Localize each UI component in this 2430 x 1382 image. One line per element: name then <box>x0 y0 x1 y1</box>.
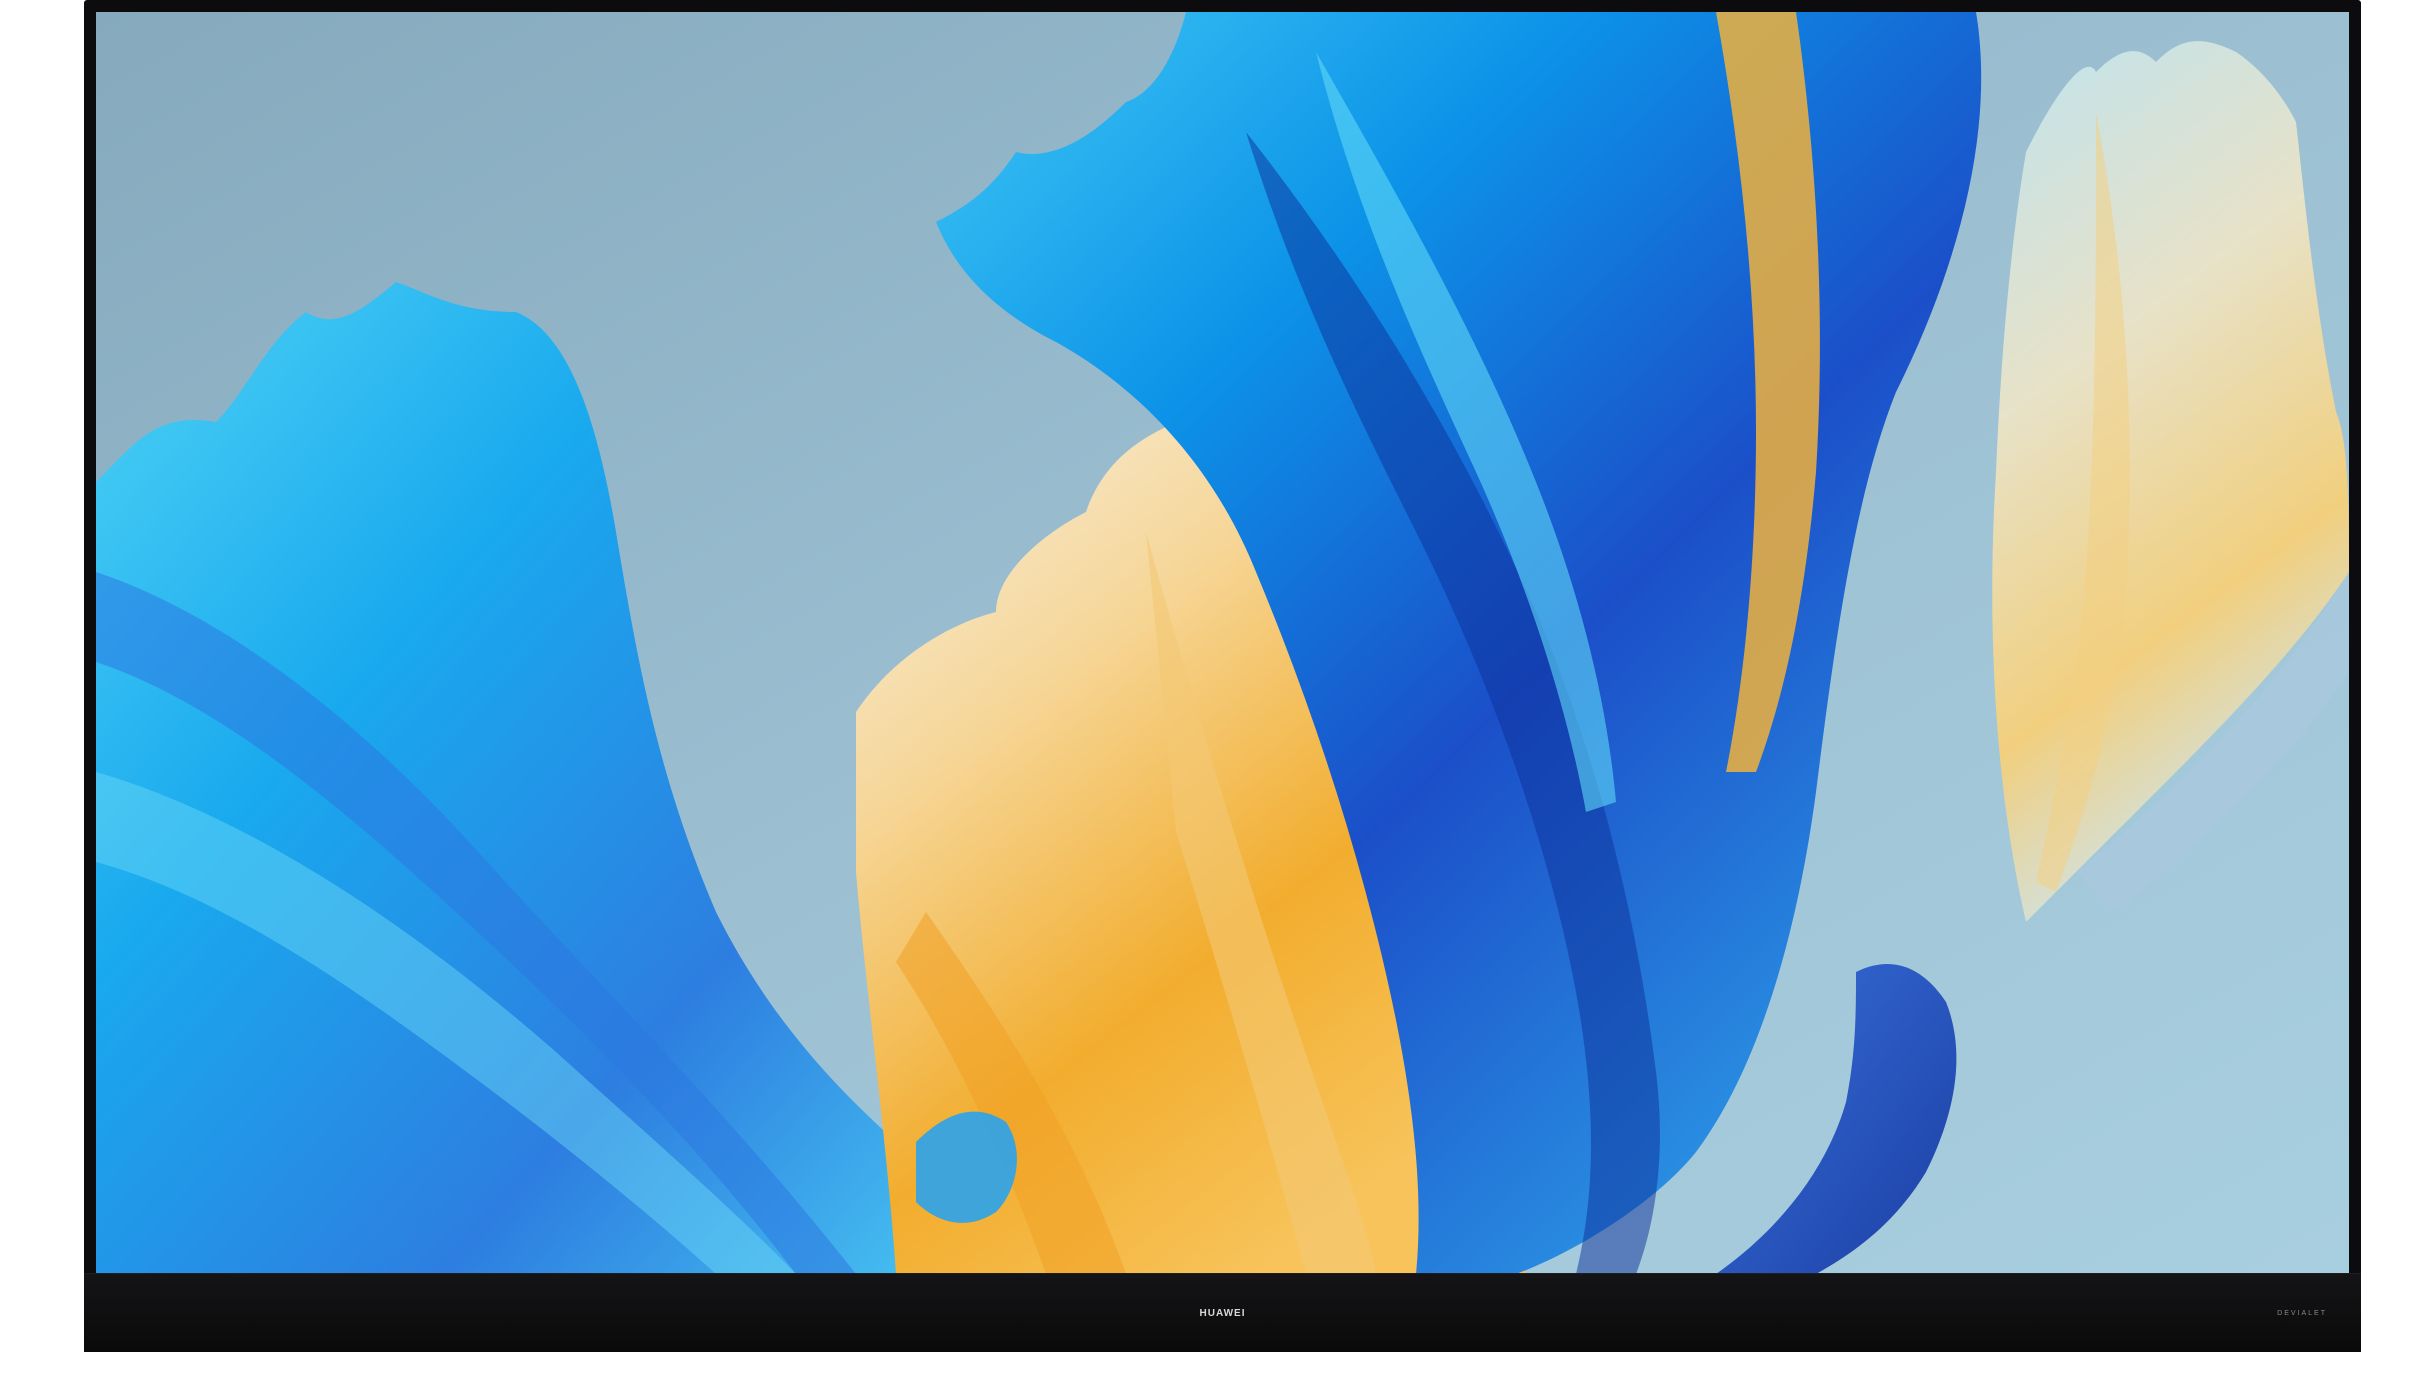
audio-logo: DEVIALET <box>2277 1310 2327 1317</box>
tv-screen <box>96 12 2349 1274</box>
television: HUAWEI DEVIALET <box>84 0 2361 1352</box>
wallpaper-artwork <box>96 12 2349 1274</box>
brand-logo: HUAWEI <box>1199 1308 1246 1319</box>
soundbar: HUAWEI DEVIALET <box>84 1273 2361 1352</box>
